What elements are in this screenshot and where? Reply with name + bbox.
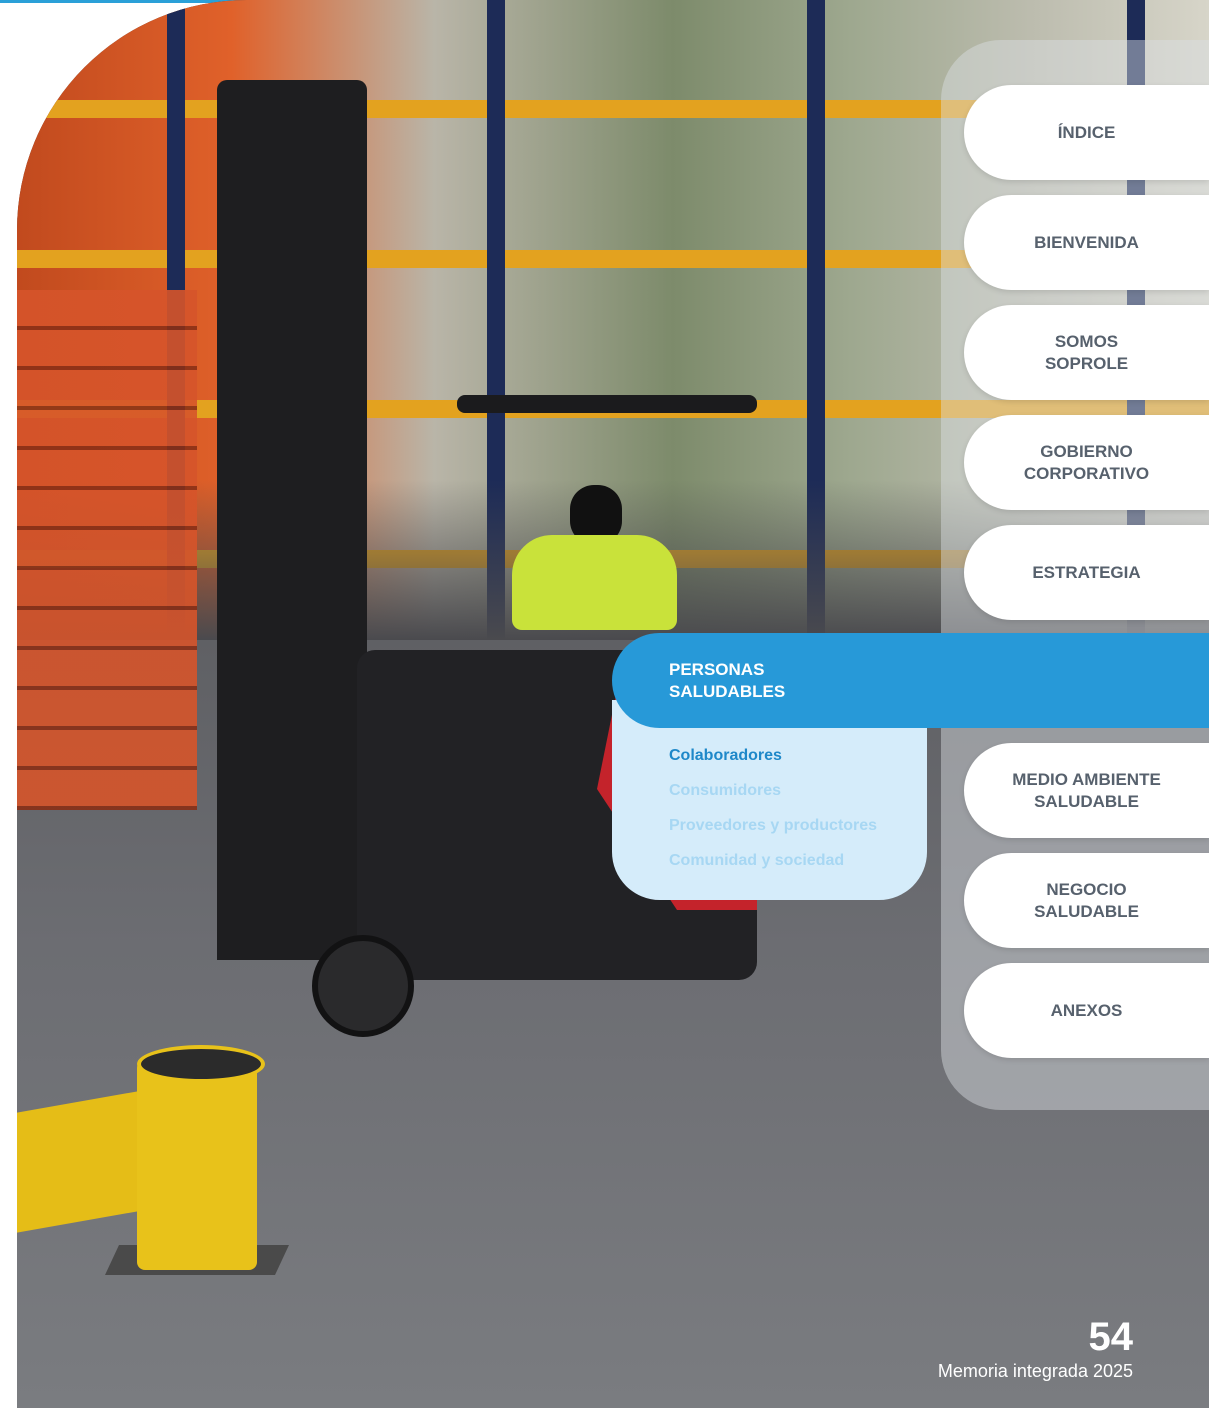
nav-item-somos-soprole[interactable]: SOMOS SOPROLE — [964, 305, 1209, 400]
nav-item-bienvenida[interactable]: BIENVENIDA — [964, 195, 1209, 290]
submenu-item-proveedores[interactable]: Proveedores y productores — [669, 816, 927, 851]
nav-item-medio-ambiente[interactable]: MEDIO AMBIENTE SALUDABLE — [964, 743, 1209, 838]
page-number: 54 — [1088, 1315, 1134, 1359]
nav-item-anexos[interactable]: ANEXOS — [964, 963, 1209, 1058]
nav-item-estrategia[interactable]: ESTRATEGIA — [964, 525, 1209, 620]
forklift-wheel — [312, 935, 414, 1037]
safety-bollard — [137, 1060, 257, 1270]
stacked-crates — [17, 290, 197, 810]
forklift-mast — [217, 80, 367, 960]
submenu-item-comunidad[interactable]: Comunidad y sociedad — [669, 851, 927, 886]
forklift-roof — [457, 395, 757, 413]
document-title: Memoria integrada 2025 — [937, 1361, 1133, 1381]
nav-item-indice[interactable]: ÍNDICE — [964, 85, 1209, 180]
nav-item-negocio-saludable[interactable]: NEGOCIO SALUDABLE — [964, 853, 1209, 948]
section-submenu: Colaboradores Consumidores Proveedores y… — [612, 700, 927, 900]
submenu-item-consumidores[interactable]: Consumidores — [669, 781, 927, 816]
bollard-cap — [137, 1045, 265, 1083]
nav-item-gobierno-corporativo[interactable]: GOBIERNO CORPORATIVO — [964, 415, 1209, 510]
submenu-item-colaboradores[interactable]: Colaboradores — [669, 746, 927, 781]
forklift-operator — [512, 535, 677, 630]
nav-item-personas-saludables-active[interactable]: PERSONAS SALUDABLES — [612, 633, 1209, 728]
